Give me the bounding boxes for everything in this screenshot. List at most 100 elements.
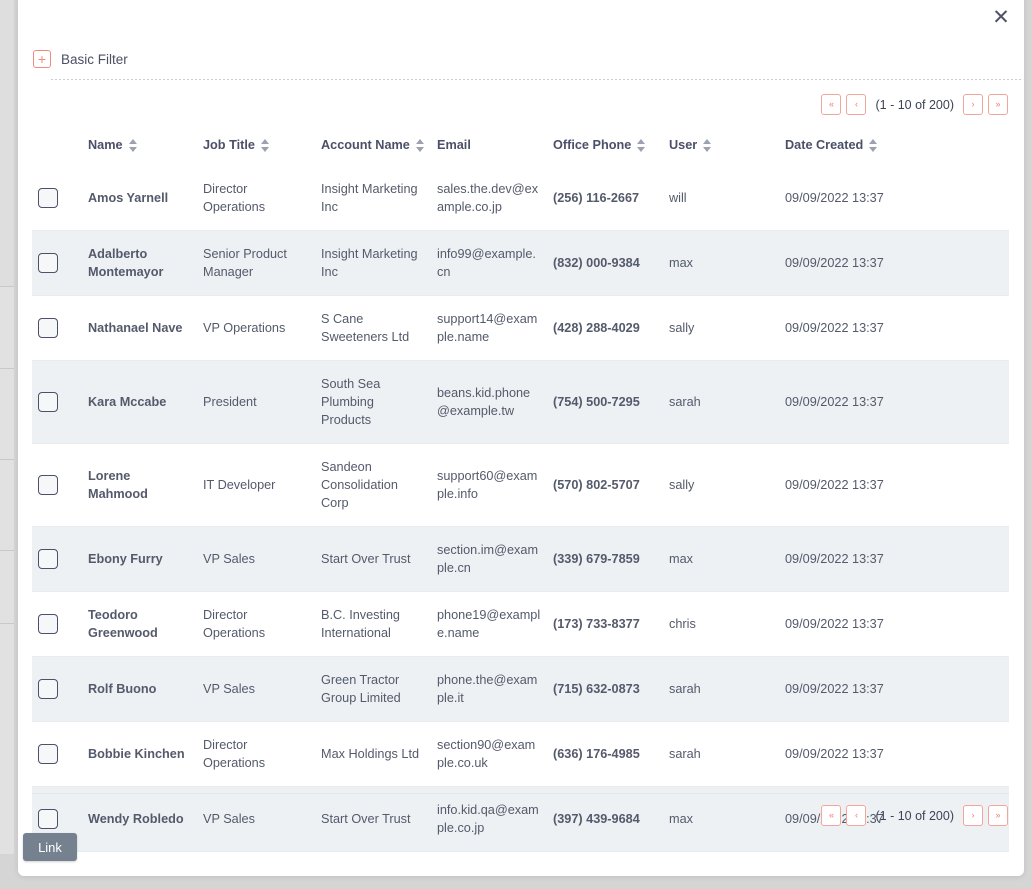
cell-name[interactable]: Amos Yarnell xyxy=(82,166,197,231)
sort-icon[interactable] xyxy=(261,139,269,152)
column-header-select xyxy=(32,132,82,166)
pagination-prev-button[interactable]: ‹ xyxy=(846,94,866,115)
cell-account-name: S Cane Sweeteners Ltd xyxy=(315,296,431,361)
cell-email[interactable]: phone.the@example.it xyxy=(431,657,547,722)
table-row[interactable]: Rolf BuonoVP SalesGreen Tractor Group Li… xyxy=(32,657,1009,722)
cell-email[interactable]: section.im@example.cn xyxy=(431,527,547,592)
row-select-cell xyxy=(32,444,82,527)
cell-name[interactable]: Kara Mccabe xyxy=(82,361,197,444)
row-checkbox[interactable] xyxy=(38,318,58,338)
expand-filter-icon[interactable]: + xyxy=(33,50,51,68)
cell-email[interactable]: info.kid.qa@example.co.jp xyxy=(431,787,547,852)
cell-office-phone[interactable]: (428) 288-4029 xyxy=(547,296,663,361)
column-header-job-title-label: Job Title xyxy=(203,138,255,152)
cell-account-name: Sandeon Consolidation Corp xyxy=(315,444,431,527)
table-header-row: Name Job Title Account xyxy=(32,132,1009,166)
row-checkbox[interactable] xyxy=(38,475,58,495)
row-checkbox[interactable] xyxy=(38,679,58,699)
cell-office-phone[interactable]: (256) 116-2667 xyxy=(547,166,663,231)
cell-name[interactable]: Rolf Buono xyxy=(82,657,197,722)
row-select-cell xyxy=(32,361,82,444)
sort-icon[interactable] xyxy=(129,139,137,152)
cell-name[interactable]: Wendy Robledo xyxy=(82,787,197,852)
table-row[interactable]: Amos YarnellDirector OperationsInsight M… xyxy=(32,166,1009,231)
page-background-strip xyxy=(0,460,14,550)
pagination-first-button[interactable]: « xyxy=(821,805,841,826)
cell-email[interactable]: phone19@example.name xyxy=(431,592,547,657)
cell-email[interactable]: support60@example.info xyxy=(431,444,547,527)
column-header-date-created-label: Date Created xyxy=(785,138,863,152)
row-checkbox[interactable] xyxy=(38,392,58,412)
row-checkbox[interactable] xyxy=(38,253,58,273)
cell-name[interactable]: Ebony Furry xyxy=(82,527,197,592)
column-header-name[interactable]: Name xyxy=(82,132,197,166)
column-header-date-created[interactable]: Date Created xyxy=(779,132,1009,166)
table-row[interactable]: Ebony FurryVP SalesStart Over Trustsecti… xyxy=(32,527,1009,592)
cell-office-phone[interactable]: (715) 632-0873 xyxy=(547,657,663,722)
column-header-account-name[interactable]: Account Name xyxy=(315,132,431,166)
column-header-user[interactable]: User xyxy=(663,132,779,166)
row-checkbox[interactable] xyxy=(38,809,58,829)
cell-office-phone[interactable]: (570) 802-5707 xyxy=(547,444,663,527)
page-root: ✕ + Basic Filter « ‹ (1 - 10 of 200) › » xyxy=(0,0,1032,889)
pagination-next-button[interactable]: › xyxy=(963,94,983,115)
cell-email[interactable]: sales.the.dev@example.co.jp xyxy=(431,166,547,231)
sort-icon[interactable] xyxy=(703,139,711,152)
cell-office-phone[interactable]: (754) 500-7295 xyxy=(547,361,663,444)
cell-account-name: South Sea Plumbing Products xyxy=(315,361,431,444)
pagination-prev-button[interactable]: ‹ xyxy=(846,805,866,826)
table-row[interactable]: Adalberto MontemayorSenior Product Manag… xyxy=(32,231,1009,296)
table-row[interactable]: Lorene MahmoodIT DeveloperSandeon Consol… xyxy=(32,444,1009,527)
cell-user: will xyxy=(663,166,779,231)
sort-icon[interactable] xyxy=(416,139,424,152)
results-table-container: Name Job Title Account xyxy=(32,132,1009,852)
table-row[interactable]: Kara MccabePresidentSouth Sea Plumbing P… xyxy=(32,361,1009,444)
cell-email[interactable]: support14@example.name xyxy=(431,296,547,361)
cell-name[interactable]: Teodoro Greenwood xyxy=(82,592,197,657)
cell-office-phone[interactable]: (832) 000-9384 xyxy=(547,231,663,296)
cell-office-phone[interactable]: (173) 733-8377 xyxy=(547,592,663,657)
sort-icon[interactable] xyxy=(637,139,645,152)
cell-account-name: Insight Marketing Inc xyxy=(315,231,431,296)
table-row[interactable]: Bobbie KinchenDirector OperationsMax Hol… xyxy=(32,722,1009,787)
cell-office-phone[interactable]: (397) 439-9684 xyxy=(547,787,663,852)
cell-email[interactable]: info99@example.cn xyxy=(431,231,547,296)
cell-email[interactable]: beans.kid.phone@example.tw xyxy=(431,361,547,444)
results-table: Name Job Title Account xyxy=(32,132,1009,852)
link-button[interactable]: Link xyxy=(23,833,77,861)
column-header-email-label: Email xyxy=(437,138,471,152)
row-checkbox[interactable] xyxy=(38,188,58,208)
table-row[interactable]: Teodoro GreenwoodDirector OperationsB.C.… xyxy=(32,592,1009,657)
cell-job-title: Director Operations xyxy=(197,722,315,787)
cell-date-created: 09/09/2022 13:37 xyxy=(779,592,1009,657)
pagination-first-button[interactable]: « xyxy=(821,94,841,115)
pagination-next-button[interactable]: › xyxy=(963,805,983,826)
table-row[interactable]: Nathanael NaveVP OperationsS Cane Sweete… xyxy=(32,296,1009,361)
row-checkbox[interactable] xyxy=(38,549,58,569)
column-header-job-title[interactable]: Job Title xyxy=(197,132,315,166)
row-select-cell xyxy=(32,166,82,231)
cell-date-created: 09/09/2022 13:37 xyxy=(779,166,1009,231)
cell-office-phone[interactable]: (339) 679-7859 xyxy=(547,527,663,592)
pagination-last-button[interactable]: » xyxy=(988,94,1008,115)
sort-icon[interactable] xyxy=(869,139,877,152)
cell-name[interactable]: Adalberto Montemayor xyxy=(82,231,197,296)
close-icon[interactable]: ✕ xyxy=(984,0,1018,34)
cell-email[interactable]: section90@example.co.uk xyxy=(431,722,547,787)
column-header-name-label: Name xyxy=(88,138,123,152)
cell-job-title: Director Operations xyxy=(197,592,315,657)
basic-filter-label: Basic Filter xyxy=(61,52,128,67)
cell-job-title: Senior Product Manager xyxy=(197,231,315,296)
cell-name[interactable]: Bobbie Kinchen xyxy=(82,722,197,787)
pagination-last-button[interactable]: » xyxy=(988,805,1008,826)
cell-name[interactable]: Nathanael Nave xyxy=(82,296,197,361)
cell-name[interactable]: Lorene Mahmood xyxy=(82,444,197,527)
column-header-office-phone[interactable]: Office Phone xyxy=(547,132,663,166)
cell-office-phone[interactable]: (636) 176-4985 xyxy=(547,722,663,787)
cell-account-name: Insight Marketing Inc xyxy=(315,166,431,231)
cell-user: max xyxy=(663,231,779,296)
row-select-cell xyxy=(32,231,82,296)
column-header-user-label: User xyxy=(669,138,697,152)
row-checkbox[interactable] xyxy=(38,744,58,764)
row-checkbox[interactable] xyxy=(38,614,58,634)
